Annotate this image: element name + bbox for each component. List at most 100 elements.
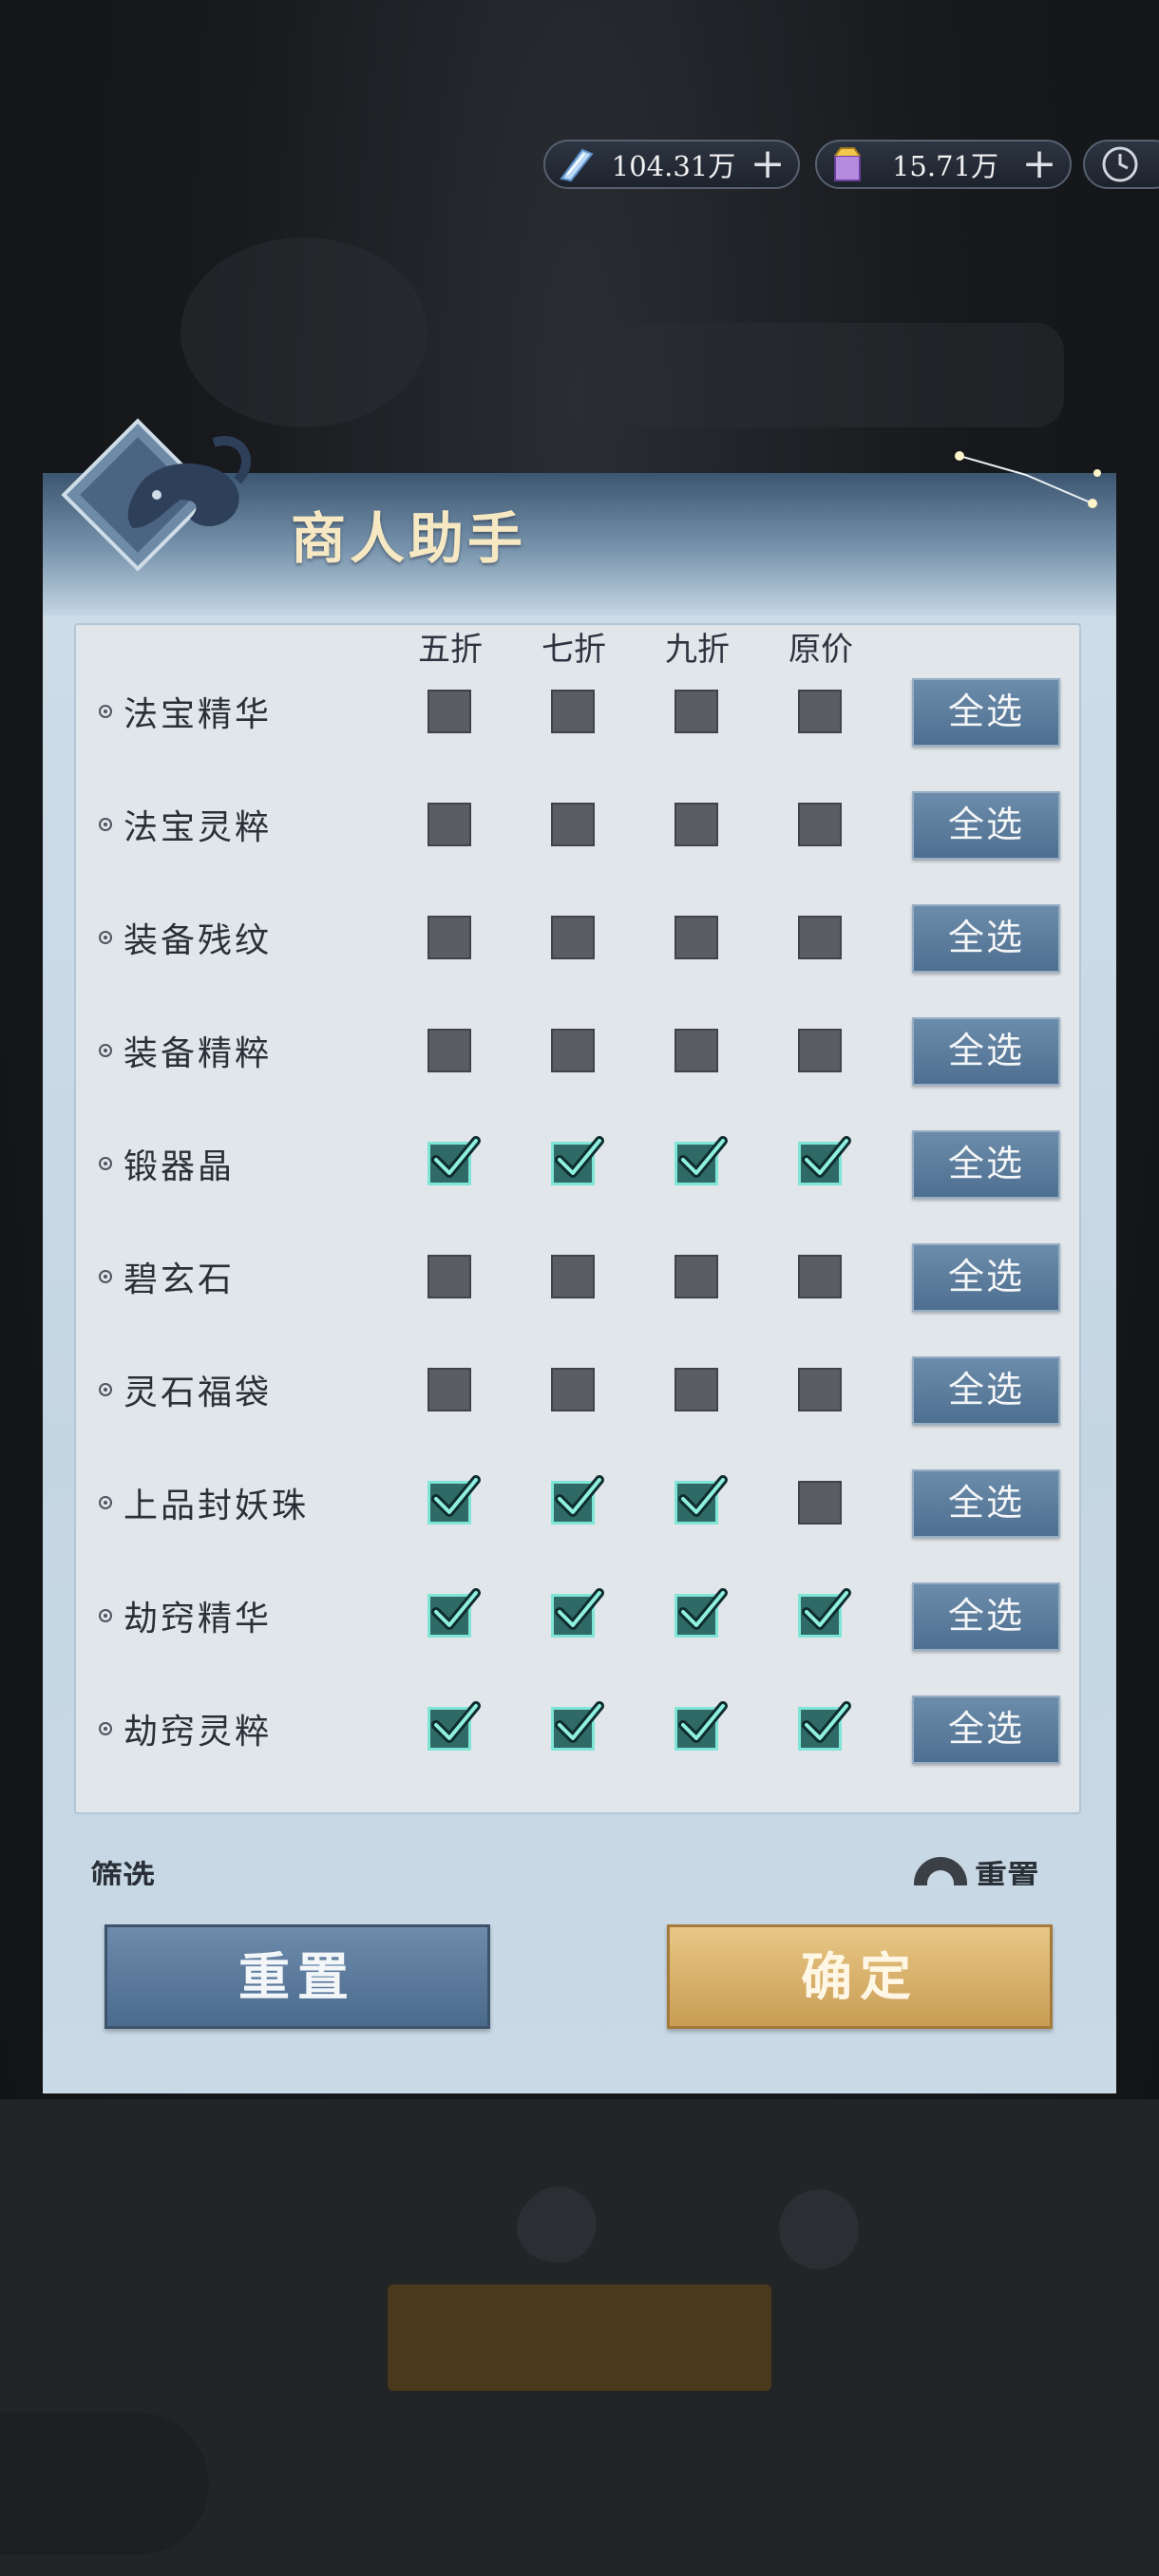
filter-section-label: 筛选 [90,1859,155,1885]
currency-pill-1: 104.31万 + [543,140,800,189]
background-back-button [0,2413,209,2555]
price-checkbox[interactable] [551,1255,595,1298]
fox-beast-icon [61,418,252,572]
price-checkbox[interactable] [428,690,471,733]
price-checkbox[interactable] [674,1029,718,1072]
price-checkbox[interactable] [798,1481,842,1525]
price-checkbox[interactable] [428,1029,471,1072]
item-row-label: 碧玄石 [99,1248,235,1305]
bullet-icon [99,931,112,944]
checkmark-icon [555,1701,604,1743]
price-checkbox[interactable] [798,1136,851,1185]
bullet-icon [99,1496,112,1509]
price-checkbox[interactable] [798,1368,842,1411]
price-checkbox[interactable] [428,1368,471,1411]
checkmark-icon [431,1588,481,1630]
bullet-icon [99,818,112,831]
checkmark-icon [678,1701,728,1743]
price-checkbox[interactable] [551,690,595,733]
price-checkbox[interactable] [674,1368,718,1411]
price-checkbox[interactable] [551,1029,595,1072]
add-currency-button[interactable]: + [747,143,788,185]
select-all-button[interactable]: 全选 [912,1469,1060,1538]
price-checkbox[interactable] [674,1136,728,1185]
filter-reset-label: 重置 [975,1859,1039,1885]
price-checkbox[interactable] [798,1255,842,1298]
checkmark-icon [802,1701,851,1743]
background-circle [779,2189,859,2269]
price-checkbox[interactable] [674,690,718,733]
price-checkbox[interactable] [798,916,842,959]
price-checkbox[interactable] [551,1368,595,1411]
price-checkbox[interactable] [674,1475,728,1525]
item-name: 碧玄石 [124,1260,236,1299]
currency-value: 104.31万 [611,150,736,182]
price-checkbox[interactable] [428,1701,481,1751]
checkmark-icon [555,1136,604,1178]
price-checkbox[interactable] [674,916,718,959]
bullet-icon [99,705,112,718]
reset-button[interactable]: 重置 [104,1924,490,2029]
select-all-button[interactable]: 全选 [912,1130,1060,1199]
item-name: 锻器晶 [124,1147,236,1186]
column-header-70: 七折 [542,631,606,669]
price-checkbox[interactable] [428,803,471,846]
checkmark-icon [678,1475,728,1517]
bullet-icon [99,1157,112,1170]
bullet-icon [99,1609,112,1622]
column-header-original: 原价 [788,631,853,669]
price-checkbox[interactable] [674,1255,718,1298]
price-checkbox[interactable] [798,690,842,733]
add-currency-button[interactable]: + [1018,143,1060,185]
checkmark-icon [802,1588,851,1630]
price-checkbox[interactable] [798,1701,851,1751]
select-all-button[interactable]: 全选 [912,1356,1060,1425]
select-all-button[interactable]: 全选 [912,904,1060,973]
select-all-button[interactable]: 全选 [912,1582,1060,1651]
confirm-button[interactable]: 确定 [667,1924,1053,2029]
price-checkbox[interactable] [798,1588,851,1638]
price-checkbox[interactable] [428,1136,481,1185]
price-checkbox[interactable] [428,916,471,959]
checkmark-icon [555,1475,604,1517]
price-checkbox[interactable] [551,916,595,959]
item-name: 法宝灵粹 [124,808,273,847]
select-all-button[interactable]: 全选 [912,1695,1060,1764]
price-checkbox[interactable] [551,803,595,846]
price-checkbox[interactable] [674,803,718,846]
item-row-label: 劫窍精华 [99,1587,272,1644]
checkmark-icon [678,1136,728,1178]
price-checkbox[interactable] [798,1029,842,1072]
currency-value: 15.71万 [891,150,999,182]
price-checkbox[interactable] [428,1475,481,1525]
price-checkbox[interactable] [551,1701,604,1751]
select-all-button[interactable]: 全选 [912,1017,1060,1086]
bullet-icon [99,1270,112,1283]
checkmark-icon [431,1475,481,1517]
item-row-label: 装备残纹 [99,909,272,966]
price-checkbox[interactable] [674,1701,728,1751]
background-circle [521,2187,597,2263]
select-all-button[interactable]: 全选 [912,1243,1060,1312]
item-row-label: 法宝灵粹 [99,796,272,853]
checkmark-icon [431,1701,481,1743]
price-checkbox[interactable] [798,803,842,846]
filter-reset-link[interactable]: 重置 [914,1857,1039,1885]
price-checkbox[interactable] [551,1475,604,1525]
item-row-label: 法宝精华 [99,683,272,740]
price-checkbox[interactable] [428,1255,471,1298]
clock-button[interactable] [1083,140,1159,189]
background-ghost-shape [180,237,428,427]
column-header-50: 五折 [418,631,483,669]
select-all-button[interactable]: 全选 [912,678,1060,747]
price-checkbox[interactable] [428,1588,481,1638]
item-name: 法宝精华 [124,695,273,734]
column-header-90: 九折 [665,631,730,669]
price-checkbox[interactable] [551,1136,604,1185]
item-name: 上品封妖珠 [124,1487,310,1525]
price-checkbox[interactable] [551,1588,604,1638]
item-name: 装备残纹 [124,921,273,960]
select-all-button[interactable]: 全选 [912,791,1060,860]
item-row-label: 锻器晶 [99,1135,235,1192]
price-checkbox[interactable] [674,1588,728,1638]
